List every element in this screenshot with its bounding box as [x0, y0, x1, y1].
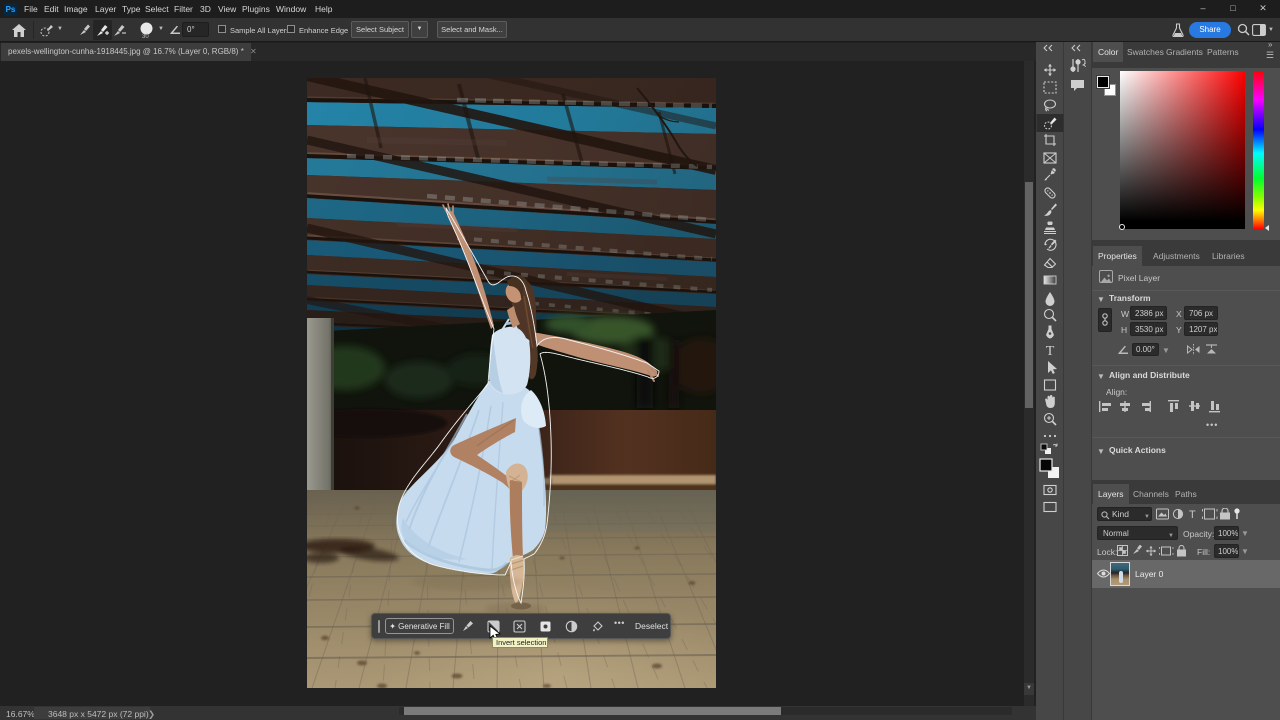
svg-text:T: T	[1189, 509, 1196, 520]
svg-text:T: T	[1046, 344, 1055, 359]
